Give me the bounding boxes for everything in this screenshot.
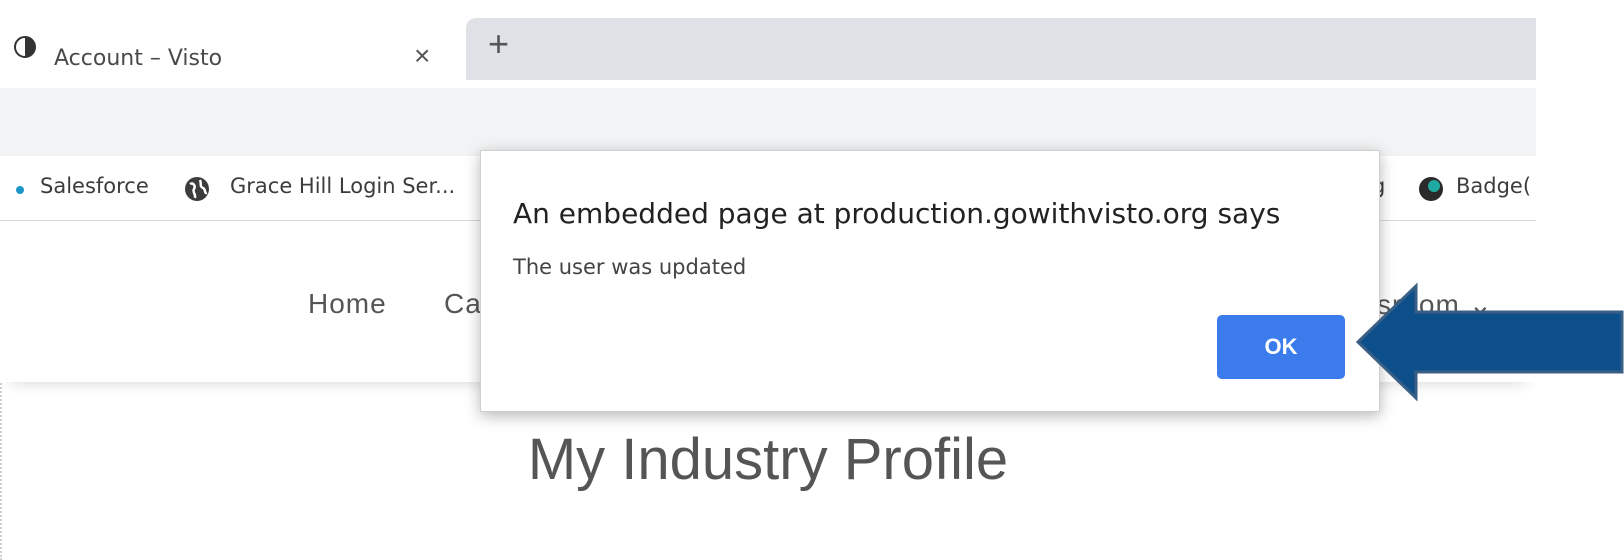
ok-button[interactable]: OK xyxy=(1217,315,1345,379)
tab-title: Account – Visto xyxy=(54,46,223,71)
alert-dialog: An embedded page at production.gowithvis… xyxy=(480,150,1380,412)
bookmark-grace-hill[interactable]: Grace Hill Login Ser... xyxy=(230,174,455,198)
nav-home-link[interactable]: Home xyxy=(308,288,387,320)
nav-link-partial-left[interactable]: Ca xyxy=(444,288,482,320)
page-title: My Industry Profile xyxy=(527,427,1009,492)
globe-icon xyxy=(185,177,209,201)
browser-tab-strip: Account – Visto × + xyxy=(0,0,1536,88)
badge-icon xyxy=(1419,177,1443,201)
new-tab-icon[interactable]: + xyxy=(488,26,509,62)
tab-close-icon[interactable]: × xyxy=(414,42,430,70)
browser-tab-active[interactable]: Account – Visto × xyxy=(0,12,462,88)
right-margin xyxy=(1536,0,1624,560)
callout-arrow-icon xyxy=(1355,282,1624,402)
bookmark-dot-icon xyxy=(16,186,24,194)
dialog-heading: An embedded page at production.gowithvis… xyxy=(513,197,1281,230)
browser-toolbar xyxy=(0,88,1536,156)
bookmark-badge[interactable]: Badge( xyxy=(1456,174,1531,198)
visto-favicon-icon xyxy=(14,36,36,58)
bookmark-salesforce[interactable]: Salesforce xyxy=(40,174,149,198)
dialog-message: The user was updated xyxy=(513,255,747,279)
tab-strip-background xyxy=(466,18,1536,80)
